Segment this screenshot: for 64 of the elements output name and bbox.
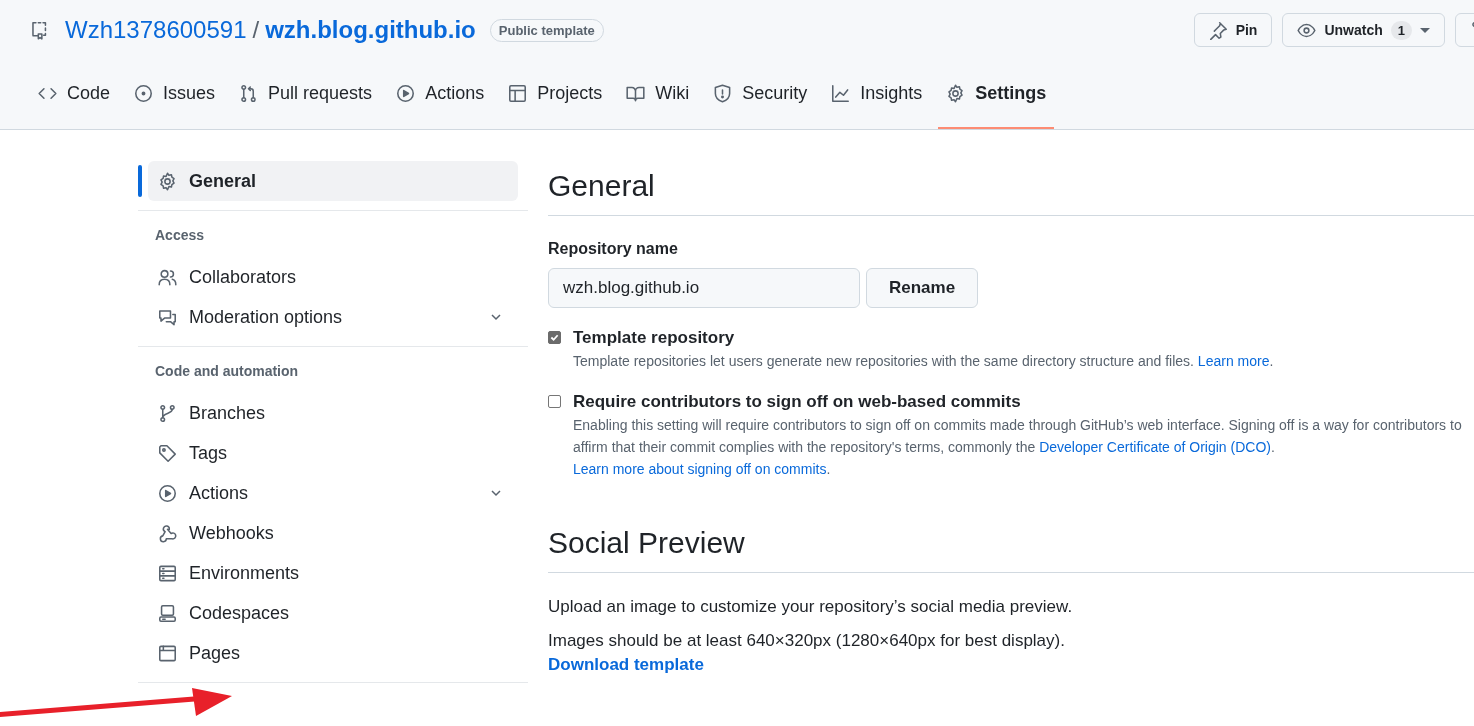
graph-icon (831, 83, 851, 103)
issue-icon (134, 83, 154, 103)
path-separator: / (252, 16, 260, 44)
table-icon (508, 83, 528, 103)
section-title: General (548, 169, 1474, 216)
owner-link[interactable]: Wzh1378600591 (65, 16, 247, 44)
learn-more-link[interactable]: Developer Certificate of Origin (DCO) (1039, 439, 1271, 455)
option-description: Template repositories let users generate new repositories with the same directory structure and files. Learn more. (573, 352, 1275, 371)
sidebar-item[interactable]: Codespaces (148, 593, 518, 633)
sidebar-item[interactable]: Environments (148, 553, 518, 593)
sidebar-item[interactable]: Actions (148, 473, 518, 513)
people-icon (158, 267, 177, 287)
repo-tab[interactable]: Projects (500, 76, 611, 129)
sidebar-item[interactable]: Pages (148, 633, 518, 673)
download-template-link[interactable]: Download template (548, 655, 704, 675)
checkbox[interactable] (548, 331, 561, 344)
repo-tab[interactable]: Settings (938, 76, 1055, 129)
pin-icon (1208, 20, 1228, 40)
tag-icon (158, 443, 177, 463)
chevron-down-icon (490, 311, 502, 323)
sidebar-item[interactable]: Branches (148, 393, 518, 433)
codespaces-icon (158, 603, 177, 623)
repository-name-field[interactable]: wzh.blog.github.io (548, 268, 860, 308)
section-title: Social Preview (548, 526, 1474, 573)
selection-indicator (138, 165, 142, 197)
server-icon (158, 563, 177, 583)
sidebar-item[interactable]: Tags (148, 433, 518, 473)
option-label: Template repository (573, 328, 736, 348)
branch-icon (158, 403, 177, 423)
description-text: Upload an image to customize your repository’s social media preview. (548, 597, 1074, 617)
repo-tab[interactable]: Security (705, 76, 816, 129)
size-hint: Images should be at least 640×320px (1280×640px for best display). (548, 631, 1066, 651)
chevron-down-icon (490, 487, 502, 499)
field-label: Repository name (548, 240, 679, 258)
caret-icon (1420, 27, 1430, 33)
play-icon (396, 83, 416, 103)
sidebar-item[interactable]: Webhooks (148, 513, 518, 553)
pull-request-icon (239, 83, 259, 103)
repo-name-link[interactable]: wzh.blog.github.io (265, 16, 476, 44)
watch-count: 1 (1390, 20, 1412, 40)
option-label: Require contributors to sign off on web-based commits (573, 392, 1022, 412)
comments-icon (158, 307, 177, 327)
repo-tab[interactable]: Code (30, 76, 119, 129)
watch-button[interactable]: Unwatch 1 (1282, 13, 1445, 47)
repo-tab[interactable]: Wiki (618, 76, 698, 129)
option-description: Enabling this setting will require contributors to sign off on commits made through GitHub’s web interface. Signing off is a way for contributors to affirm that their commit complies with the repository's terms, commonly the Developer Certificate of Origin (DCO). Learn more about signing off on commits. (573, 416, 1463, 479)
gear-icon (158, 171, 177, 191)
sidebar-item[interactable]: Collaborators (148, 257, 518, 297)
browser-icon (158, 643, 177, 663)
gear-icon (946, 83, 966, 103)
repo-tab[interactable]: Pull requests (231, 76, 381, 129)
sidebar-item[interactable]: Moderation options (148, 297, 518, 337)
sidebar-heading: Code and automation (155, 363, 300, 379)
play-icon (158, 483, 177, 503)
rename-button[interactable]: Rename (866, 268, 979, 308)
checkbox[interactable] (548, 395, 561, 408)
repo-tab[interactable]: Insights (823, 76, 931, 129)
pin-button[interactable]: Pin (1193, 13, 1273, 47)
shield-icon (713, 83, 733, 103)
repo-tab[interactable]: Actions (388, 76, 493, 129)
webhook-icon (158, 523, 177, 543)
template-repo-icon (30, 20, 49, 40)
repo-tab[interactable]: Issues (126, 76, 224, 129)
sidebar-heading: Access (155, 227, 206, 243)
